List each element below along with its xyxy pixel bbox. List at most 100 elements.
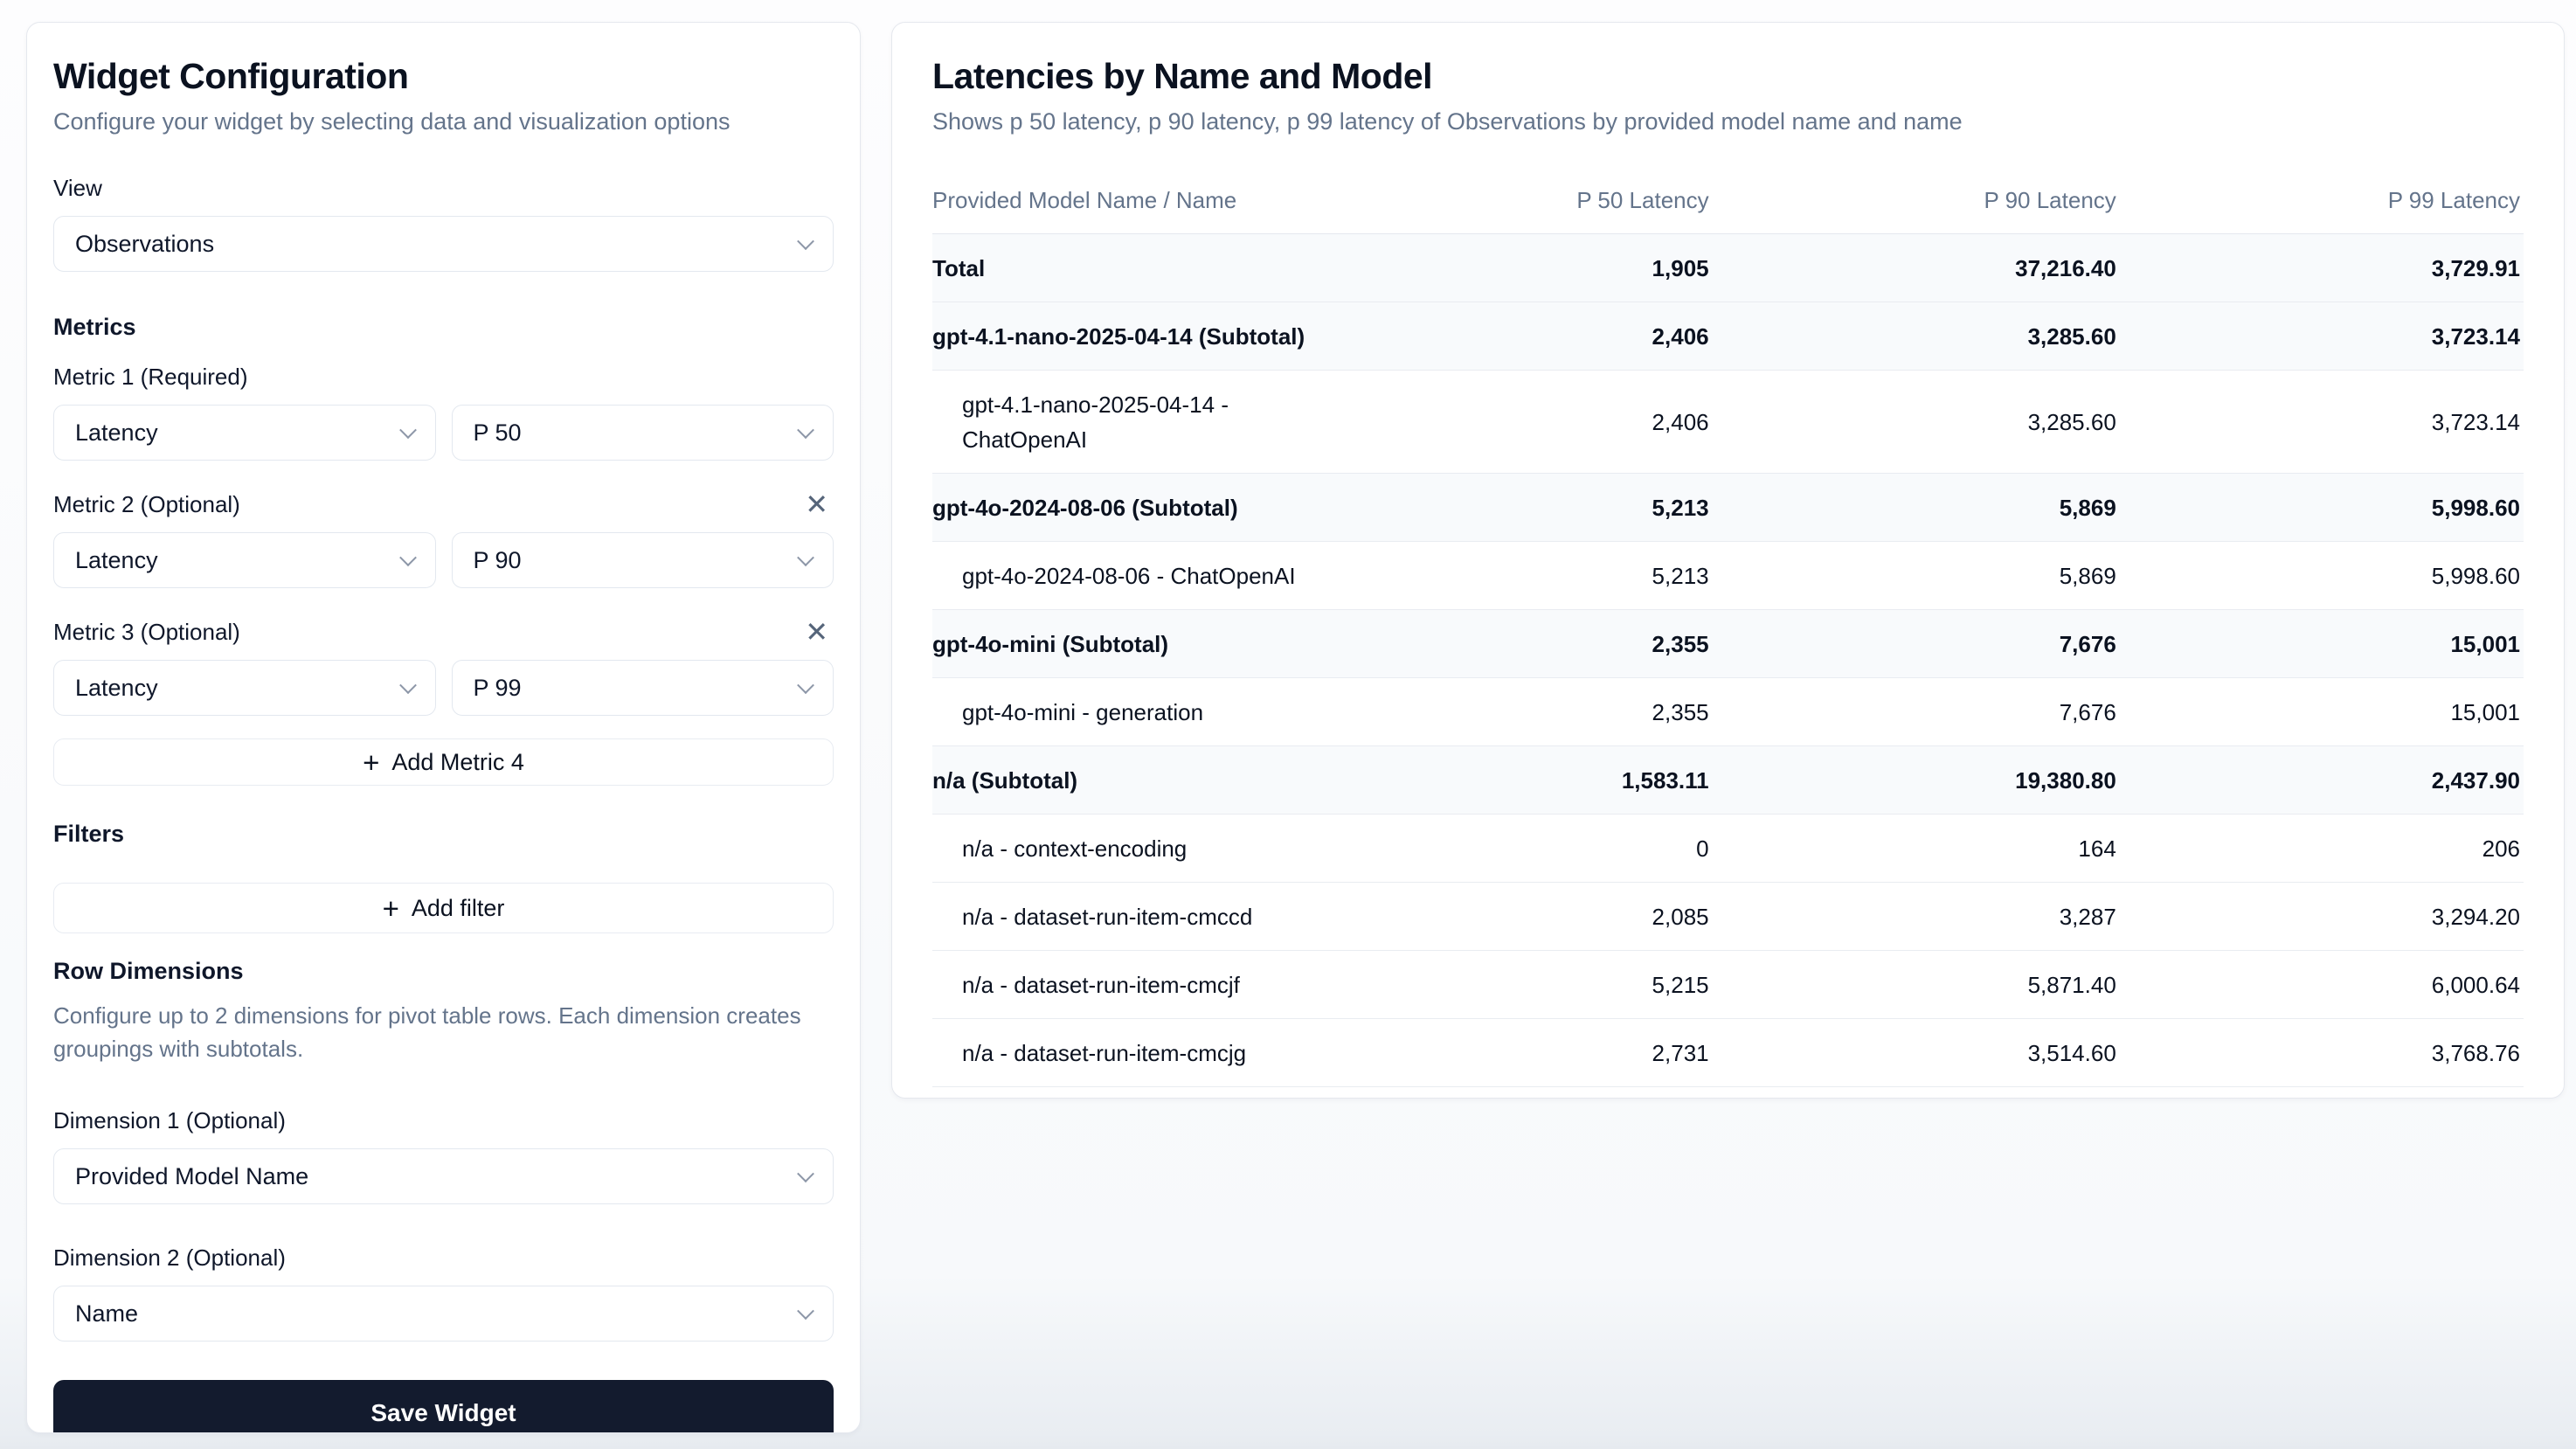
- metric-1-aggregation-select[interactable]: P 50: [452, 405, 834, 461]
- row-name-cell: gpt-4o-mini (Subtotal): [932, 610, 1355, 678]
- filters-section-label: Filters: [53, 821, 834, 848]
- dimension-2-value: Name: [75, 1300, 138, 1328]
- metric-1-aggregation-value: P 50: [474, 419, 522, 447]
- p50-cell: 5,215: [1355, 951, 1708, 1019]
- table-row: gpt-4o-mini - generation2,3557,67615,001: [932, 678, 2524, 746]
- view-label: View: [53, 175, 834, 202]
- p90-cell: 7,676: [1709, 678, 2116, 746]
- table-row: n/a (Subtotal)1,583.1119,380.802,437.90: [932, 746, 2524, 815]
- p50-cell: 1,905: [1355, 234, 1708, 302]
- row-name-cell: Total: [932, 234, 1355, 302]
- metric-2-aggregation-select[interactable]: P 90: [452, 532, 834, 588]
- metric-3-aggregation-select[interactable]: P 99: [452, 660, 834, 716]
- p99-cell: 3,723.14: [2116, 371, 2524, 474]
- table-row: gpt-4o-mini (Subtotal)2,3557,67615,001: [932, 610, 2524, 678]
- chevron-down-icon: [399, 421, 417, 439]
- p90-cell: 2,844.80: [1709, 1087, 2116, 1099]
- dimension-1-label: Dimension 1 (Optional): [53, 1107, 834, 1134]
- p90-cell: 19,380.80: [1709, 746, 2116, 815]
- metric-1-measure-value: Latency: [75, 419, 158, 447]
- column-header-name: Provided Model Name / Name: [932, 166, 1355, 234]
- p99-cell: 3,768.76: [2116, 1019, 2524, 1087]
- metric-2-aggregation-value: P 90: [474, 547, 522, 574]
- p90-cell: 3,285.60: [1709, 302, 2116, 371]
- dimension-1-value: Provided Model Name: [75, 1163, 308, 1190]
- widget-configuration-panel: Widget Configuration Configure your widg…: [26, 22, 861, 1433]
- p90-cell: 7,676: [1709, 610, 2116, 678]
- p90-cell: 37,216.40: [1709, 234, 2116, 302]
- latency-preview-panel: Latencies by Name and Model Shows p 50 l…: [891, 22, 2565, 1099]
- metric-1-label: Metric 1 (Required): [53, 364, 834, 391]
- p90-cell: 3,514.60: [1709, 1019, 2116, 1087]
- metric-3-header: Metric 3 (Optional) ✕: [53, 618, 834, 646]
- metric-3-label: Metric 3 (Optional): [53, 619, 240, 646]
- column-header-p99: P 99 Latency: [2116, 166, 2524, 234]
- add-metric-button[interactable]: + Add Metric 4: [53, 738, 834, 786]
- chevron-down-icon: [399, 549, 417, 566]
- remove-metric-3-button[interactable]: ✕: [800, 618, 834, 646]
- row-name-cell: gpt-4.1-nano-2025-04-14 (Subtotal): [932, 302, 1355, 371]
- p50-cell: 2,085: [1355, 883, 1708, 951]
- chevron-down-icon: [399, 676, 417, 694]
- p90-cell: 5,869: [1709, 474, 2116, 542]
- table-row: gpt-4.1-nano-2025-04-14 (Subtotal)2,4063…: [932, 302, 2524, 371]
- p50-cell: 2,406: [1355, 302, 1708, 371]
- chevron-down-icon: [797, 1165, 814, 1182]
- row-name-cell: n/a - dataset-run-item-cmccd: [932, 883, 1355, 951]
- metric-1-row: Latency P 50: [53, 391, 834, 461]
- metrics-section-label: Metrics: [53, 314, 834, 341]
- add-filter-button[interactable]: + Add filter: [53, 883, 834, 933]
- table-row: gpt-4o-2024-08-06 (Subtotal)5,2135,8695,…: [932, 474, 2524, 542]
- table-row: gpt-4o-2024-08-06 - ChatOpenAI5,2135,869…: [932, 542, 2524, 610]
- p50-cell: 2,731: [1355, 1019, 1708, 1087]
- chevron-down-icon: [797, 676, 814, 694]
- p50-cell: 2,355: [1355, 678, 1708, 746]
- metric-3-aggregation-value: P 99: [474, 675, 522, 702]
- remove-metric-2-button[interactable]: ✕: [800, 490, 834, 518]
- row-dimensions-description: Configure up to 2 dimensions for pivot t…: [53, 999, 822, 1065]
- table-row: n/a - dataset-run-item-cmcjg2,7313,514.6…: [932, 1019, 2524, 1087]
- plus-icon: +: [363, 748, 379, 777]
- p99-cell: 5,998.60: [2116, 542, 2524, 610]
- p50-cell: 2,407: [1355, 1087, 1708, 1099]
- chevron-down-icon: [797, 232, 814, 250]
- config-panel-subtitle: Configure your widget by selecting data …: [53, 107, 834, 136]
- add-filter-label: Add filter: [412, 895, 505, 922]
- save-widget-button[interactable]: Save Widget: [53, 1380, 834, 1433]
- metric-2-measure-select[interactable]: Latency: [53, 532, 436, 588]
- p99-cell: 15,001: [2116, 678, 2524, 746]
- table-row: n/a - context-encoding0164206: [932, 815, 2524, 883]
- metric-1-measure-select[interactable]: Latency: [53, 405, 436, 461]
- row-name-cell: gpt-4o-2024-08-06 (Subtotal): [932, 474, 1355, 542]
- view-select-value: Observations: [75, 231, 214, 258]
- p50-cell: 2,355: [1355, 610, 1708, 678]
- metric-2-header: Metric 2 (Optional) ✕: [53, 490, 834, 518]
- row-name-cell: gpt-4o-2024-08-06 - ChatOpenAI: [932, 542, 1355, 610]
- metric-2-row: Latency P 90: [53, 518, 834, 588]
- p99-cell: 5,998.60: [2116, 474, 2524, 542]
- table-row: Total1,90537,216.403,729.91: [932, 234, 2524, 302]
- p99-cell: 206: [2116, 815, 2524, 883]
- table-row: n/a - dataset-run-item-cmccd2,0853,2873,…: [932, 883, 2524, 951]
- p90-cell: 3,287: [1709, 883, 2116, 951]
- metric-3-measure-select[interactable]: Latency: [53, 660, 436, 716]
- metric-3-measure-value: Latency: [75, 675, 158, 702]
- table-body: Total1,90537,216.403,729.91gpt-4.1-nano-…: [932, 234, 2524, 1099]
- p50-cell: 1,583.11: [1355, 746, 1708, 815]
- table-row: gpt-4.1-nano-2025-04-14 - ChatOpenAI2,40…: [932, 371, 2524, 474]
- view-select[interactable]: Observations: [53, 216, 834, 272]
- row-name-cell: n/a - dataset-run-item-cmcjg: [932, 1019, 1355, 1087]
- p50-cell: 2,406: [1355, 371, 1708, 474]
- table-header-row: Provided Model Name / Name P 50 Latency …: [932, 166, 2524, 234]
- p90-cell: 5,871.40: [1709, 951, 2116, 1019]
- dimension-2-select[interactable]: Name: [53, 1286, 834, 1342]
- row-name-cell: n/a - dataset-run-item-cmcjf: [932, 951, 1355, 1019]
- table-row: n/a - dataset-run-item-cmcky2,4072,844.8…: [932, 1087, 2524, 1099]
- p50-cell: 0: [1355, 815, 1708, 883]
- p99-cell: 6,000.64: [2116, 951, 2524, 1019]
- close-icon: ✕: [805, 489, 828, 520]
- dimension-1-select[interactable]: Provided Model Name: [53, 1148, 834, 1204]
- close-icon: ✕: [805, 616, 828, 648]
- p99-cell: 3,729.91: [2116, 234, 2524, 302]
- column-header-p90: P 90 Latency: [1709, 166, 2116, 234]
